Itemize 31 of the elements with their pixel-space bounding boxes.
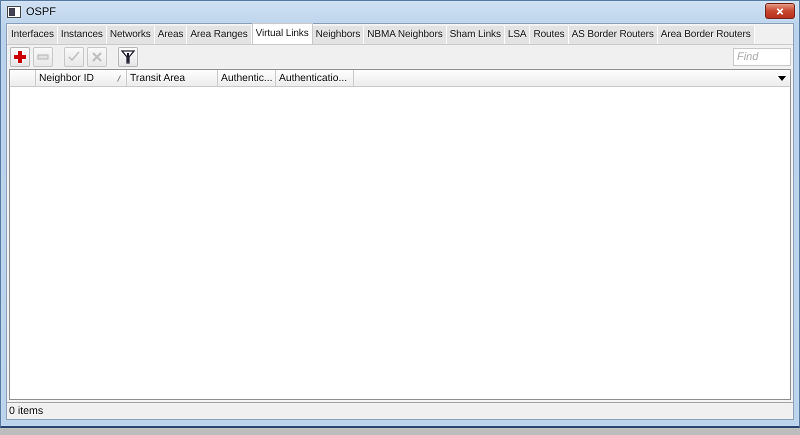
status-bar: 0 items <box>7 402 793 419</box>
tab[interactable]: Area Border Routers <box>658 26 755 44</box>
tab[interactable]: Routes <box>530 26 569 44</box>
column-menu-icon[interactable] <box>778 76 786 80</box>
tab[interactable]: Networks <box>106 26 155 44</box>
window-icon <box>7 6 21 18</box>
tab[interactable]: Instances <box>58 26 107 44</box>
column-header[interactable]: Neighbor ID <box>36 70 127 86</box>
close-button[interactable] <box>765 3 795 19</box>
tab[interactable]: AS Border Routers <box>568 26 658 44</box>
checkmark-icon <box>67 50 81 64</box>
window-title: OSPF <box>26 6 56 18</box>
filter-button[interactable] <box>118 47 138 67</box>
column-header[interactable]: Authentic... <box>218 70 276 86</box>
tab[interactable]: Area Ranges <box>187 26 252 44</box>
sort-icon <box>117 74 121 82</box>
tab[interactable]: Areas <box>154 26 188 44</box>
tab[interactable]: Virtual Links <box>252 23 313 44</box>
tab[interactable]: Interfaces <box>8 26 58 44</box>
plus-icon <box>13 50 27 64</box>
tab[interactable]: NBMA Neighbors <box>364 26 447 44</box>
cross-icon <box>90 50 104 64</box>
find-field[interactable]: Find <box>733 48 791 66</box>
filter-icon <box>121 50 135 64</box>
close-icon <box>775 6 785 16</box>
tab[interactable]: Sham Links <box>446 26 505 44</box>
tab[interactable]: LSA <box>504 26 530 44</box>
tab[interactable]: Neighbors <box>312 26 364 44</box>
add-button[interactable] <box>10 47 30 67</box>
column-header[interactable]: Transit Area <box>127 70 218 86</box>
column-header[interactable]: Authenticatio... <box>276 70 354 86</box>
